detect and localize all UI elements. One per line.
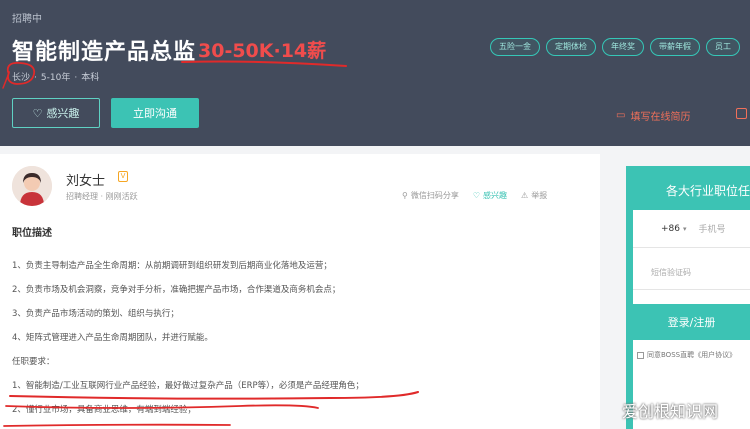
job-description: 1、负责主导制造产品全生命周期：从前期调研到组织研发到后期商业化落地及运营； 2… <box>12 260 592 428</box>
interest-button[interactable]: ♡ 感兴趣 <box>12 98 100 128</box>
login-register-button[interactable]: 登录/注册 <box>633 304 750 340</box>
avatar-illustration <box>12 166 52 206</box>
phone-input[interactable]: 手机号 <box>699 222 726 235</box>
meta-separator: · <box>34 73 37 83</box>
report-link[interactable]: ⚠ 举报 <box>521 190 547 201</box>
interest-link[interactable]: ♡ 感兴趣 <box>473 190 507 201</box>
recruiter-avatar <box>12 166 52 206</box>
sms-code-field[interactable]: 短信验证码 <box>633 256 750 290</box>
description-line: 2、懂行业市场，具备商业思维，有端到端经验； <box>12 405 196 415</box>
job-city: 长沙 <box>12 73 31 83</box>
agreement-row: 同意BOSS直聘《用户协议》 <box>637 350 736 360</box>
login-sidebar: 各大行业职位任 +86 ▾ 手机号 短信验证码 登录/注册 同意BOSS直聘《用… <box>626 166 750 429</box>
fill-resume-label: 填写在线简历 <box>630 112 691 123</box>
benefit-tag: 员工 <box>706 38 740 56</box>
description-line: 1、智能制造/工业互联网行业产品经验，最好做过复杂产品（ERP等），必须是产品经… <box>12 381 364 391</box>
benefit-tag: 年终奖 <box>602 38 644 56</box>
job-header: 招聘中 智能制造产品总监 30-50K·14薪 长沙 · 5-10年 · 本科 五险一金… <box>0 0 750 146</box>
section-title: 职位描述 <box>12 228 52 239</box>
link-icon: ⚲ <box>402 191 408 200</box>
job-actions: ⚲ 微信扫码分享 ♡ 感兴趣 ⚠ 举报 <box>402 190 547 201</box>
share-link[interactable]: ⚲ 微信扫码分享 <box>402 190 459 201</box>
chat-now-button[interactable]: 立即沟通 <box>111 98 199 128</box>
fill-resume-link[interactable]: ▭ 填写在线简历 <box>616 108 690 123</box>
phone-field[interactable]: +86 ▾ 手机号 <box>633 210 750 248</box>
description-line: 3、负责产品市场活动的策划、组织与执行； <box>12 309 179 319</box>
site-watermark: 爱创根知识网 <box>622 402 719 421</box>
benefit-tags: 五险一金 定期体检 年终奖 带薪年假 员工 <box>490 38 740 56</box>
agreement-text: 同意BOSS直聘《用户协议》 <box>647 351 737 359</box>
edit-icon: ▭ <box>616 110 626 121</box>
job-title: 智能制造产品总监 <box>12 40 197 65</box>
heart-icon: ♡ <box>32 106 43 120</box>
description-line: 4、矩阵式管理进入产品生命周期团队，并进行赋能。 <box>12 333 213 343</box>
job-status: 招聘中 <box>12 14 42 25</box>
recruiter-activity: 刚刚活跃 <box>105 192 138 201</box>
resume-upload-icon[interactable] <box>736 108 747 119</box>
interest-button-label: 感兴趣 <box>46 107 80 120</box>
recruiter-name: 刘女士 <box>66 174 106 189</box>
sidebar-title: 各大行业职位任 <box>666 184 750 198</box>
login-form: +86 ▾ 手机号 短信验证码 登录/注册 同意BOSS直聘《用户协议》 <box>633 210 750 429</box>
interest-link-label: 感兴趣 <box>483 191 508 200</box>
agreement-checkbox[interactable] <box>637 351 644 359</box>
job-detail-card: 刘女士 V 招聘经理 · 刚刚活跃 ⚲ 微信扫码分享 ♡ 感兴趣 ⚠ 举报 职位… <box>0 154 600 429</box>
chevron-down-icon: ▾ <box>683 224 687 233</box>
report-label: 举报 <box>531 191 548 200</box>
share-label: 微信扫码分享 <box>410 191 459 200</box>
benefit-tag: 带薪年假 <box>650 38 700 56</box>
meta-separator: · <box>74 73 78 83</box>
job-education: 本科 <box>81 73 100 83</box>
warning-icon: ⚠ <box>521 191 529 200</box>
sms-code-input[interactable]: 短信验证码 <box>651 267 691 278</box>
benefit-tag: 定期体检 <box>546 38 596 56</box>
login-register-label: 登录/注册 <box>667 316 716 329</box>
job-salary: 30-50K·14薪 <box>198 40 327 62</box>
recruiter-role: 招聘经理 · 刚刚活跃 <box>66 191 138 202</box>
verified-badge-icon: V <box>118 171 128 182</box>
job-experience: 5-10年 <box>40 73 71 83</box>
description-line: 任职要求： <box>12 357 55 367</box>
chat-now-label: 立即沟通 <box>133 107 177 120</box>
heart-icon: ♡ <box>472 191 481 200</box>
description-line: 1、负责主导制造产品全生命周期：从前期调研到组织研发到后期商业化落地及运营； <box>12 261 332 271</box>
description-line: 2、负责市场及机会洞察，竞争对手分析，准确把握产品市场，合作渠道及商务机会点； <box>12 285 341 295</box>
phone-country-code[interactable]: +86 <box>661 224 680 234</box>
recruiter-title: 招聘经理 <box>66 192 98 201</box>
job-meta: 长沙 · 5-10年 · 本科 <box>12 70 99 83</box>
benefit-tag: 五险一金 <box>490 38 540 56</box>
